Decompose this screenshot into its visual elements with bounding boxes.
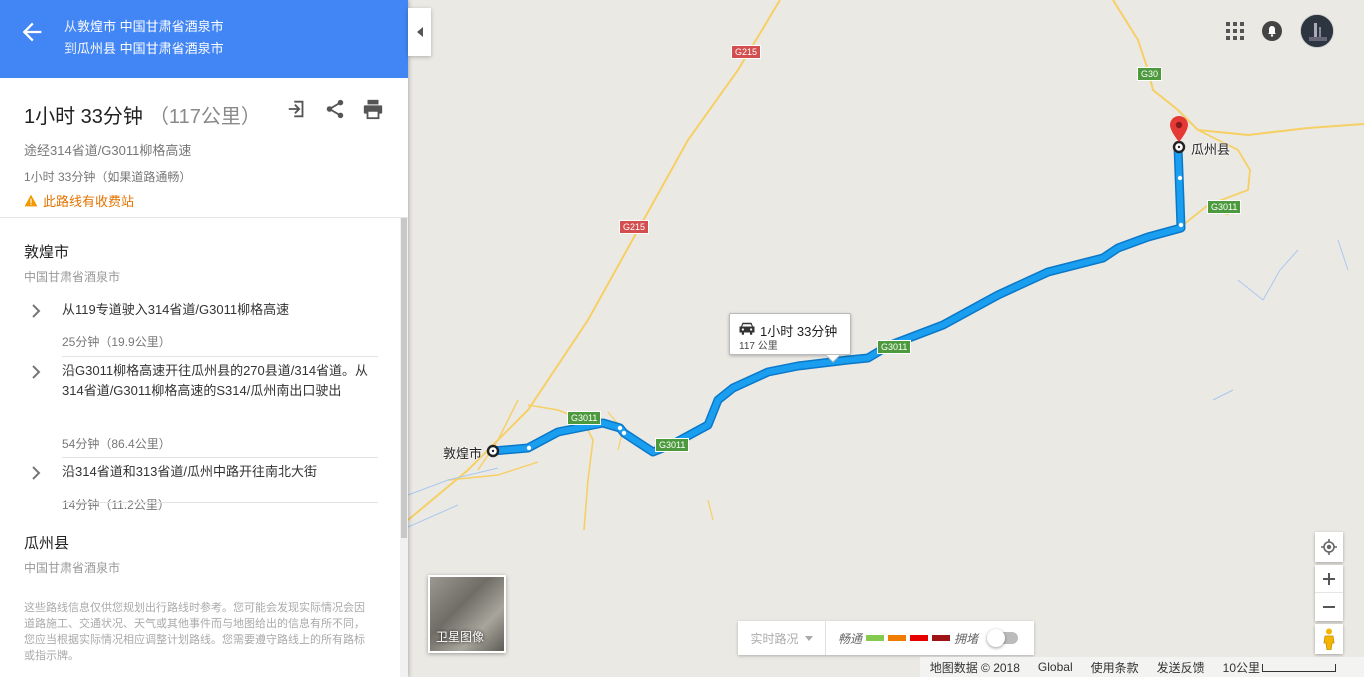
arrow-left-icon[interactable]	[18, 18, 46, 46]
route-summary: 1小时 33分钟 （117公里） 途经314省道/G3011柳格高速 1小时 33…	[0, 78, 408, 218]
collapse-panel-button[interactable]	[408, 8, 431, 56]
traffic-legend: 畅通 拥堵	[826, 630, 978, 647]
step-meta: 54分钟（86.4公里）	[62, 437, 171, 451]
traffic-swatch-orange	[888, 635, 907, 641]
traffic-swatch-darkred	[932, 635, 951, 641]
satellite-label: 卫星图像	[436, 630, 485, 644]
destination-place: 瓜州县 中国甘肃省酒泉市	[24, 532, 120, 576]
scale-label: 10公里	[1222, 660, 1260, 675]
chevron-right-icon[interactable]	[30, 466, 42, 480]
map-roads	[408, 0, 1364, 531]
to-name: 瓜州县	[77, 41, 117, 56]
expand-icon[interactable]	[286, 98, 308, 120]
to-prefix: 到	[64, 41, 78, 56]
directions-header: 从敦煌市 中国甘肃省酒泉市 到瓜州县 中国甘肃省酒泉市	[0, 0, 408, 78]
bubble-distance: 117 公里	[739, 341, 778, 352]
destination-line[interactable]: 到瓜州县 中国甘肃省酒泉市	[64, 41, 224, 57]
road-shield: G3011	[1207, 200, 1242, 214]
origin-name: 敦煌市	[24, 244, 70, 261]
origin-line[interactable]: 从敦煌市 中国甘肃省酒泉市	[64, 19, 224, 35]
traffic-note: 1小时 33分钟（如果道路通畅）	[24, 170, 192, 184]
scrollbar-thumb[interactable]	[401, 218, 407, 538]
step-text: 沿G3011柳格高速开往瓜州县的270县道/314省道。从314省道/G3011…	[62, 363, 369, 398]
step-divider	[62, 457, 378, 458]
caret-left-icon	[416, 27, 423, 37]
step-text: 沿314省道和313省道/瓜州中路开往南北大街	[62, 464, 317, 479]
road-shield: G215	[619, 220, 650, 234]
print-icon[interactable]	[362, 98, 384, 120]
bell-icon[interactable]	[1262, 21, 1282, 41]
traffic-toggle[interactable]	[987, 629, 1019, 647]
chevron-right-icon[interactable]	[30, 304, 42, 318]
my-location-button[interactable]	[1315, 532, 1343, 562]
directions-panel: 从敦煌市 中国甘肃省酒泉市 到瓜州县 中国甘肃省酒泉市 1小时 33分钟 （117…	[0, 0, 408, 677]
traffic-swatch-green	[866, 635, 885, 641]
from-prefix: 从	[64, 19, 78, 34]
region-link[interactable]: Global	[1038, 660, 1073, 674]
avatar[interactable]	[1300, 14, 1334, 48]
origin-region: 中国甘肃省酒泉市	[24, 270, 121, 284]
step-divider	[62, 502, 378, 503]
satellite-toggle[interactable]: 卫星图像	[428, 575, 506, 653]
my-location-icon	[1321, 539, 1337, 555]
route-info-bubble[interactable]: 1小时 33分钟 117 公里	[729, 313, 851, 363]
apps-grid-icon[interactable]	[1226, 22, 1244, 40]
plus-icon	[1323, 572, 1335, 585]
destination-name: 瓜州县	[24, 535, 70, 552]
terms-link[interactable]: 使用条款	[1091, 659, 1139, 676]
map-footer: 地图数据 © 2018 Global 使用条款 发送反馈 10公里	[919, 657, 1364, 677]
map-label-origin[interactable]: 敦煌市	[443, 443, 482, 462]
chevron-down-icon	[804, 635, 813, 641]
traffic-dropdown[interactable]: 实时路况	[738, 621, 826, 655]
account-controls	[1226, 14, 1334, 48]
map-canvas[interactable]: G215 G215 G30 G3011 G3011 G3011 G3011 敦煌…	[408, 0, 1364, 677]
road-shield: G30	[1137, 67, 1163, 81]
zoom-controls	[1315, 565, 1343, 621]
road-shield: G3011	[877, 340, 912, 354]
minus-icon	[1323, 606, 1335, 608]
to-region: 中国甘肃省酒泉市	[119, 41, 224, 56]
from-region: 中国甘肃省酒泉市	[119, 19, 224, 34]
route-via: 途经314省道/G3011柳格高速	[24, 143, 192, 158]
pegman-button[interactable]	[1315, 624, 1343, 654]
car-icon	[739, 322, 755, 335]
step-meta: 25分钟（19.9公里）	[62, 335, 171, 349]
zoom-out-button[interactable]	[1315, 593, 1343, 621]
zoom-in-button[interactable]	[1315, 565, 1343, 593]
feedback-link[interactable]: 发送反馈	[1157, 659, 1205, 676]
road-shield: G3011	[655, 438, 690, 452]
toll-warning-text: 此路线有收费站	[43, 194, 135, 209]
bubble-pointer	[826, 355, 840, 363]
scale-control[interactable]: 10公里	[1223, 659, 1336, 676]
step-divider	[62, 356, 378, 357]
traffic-smooth-label: 畅通	[838, 631, 863, 646]
map-data-credit: 地图数据 © 2018	[929, 660, 1020, 675]
origin-place: 敦煌市 中国甘肃省酒泉市	[24, 241, 120, 285]
traffic-congested-label: 拥堵	[954, 631, 979, 646]
disclaimer: 这些路线信息仅供您规划出行路线时参考。您可能会发现实际情况会因道路施工、交通状况…	[24, 602, 365, 662]
chevron-right-icon[interactable]	[30, 365, 42, 379]
traffic-layer-control: 实时路况 畅通 拥堵	[738, 621, 1034, 655]
road-shield: G3011	[567, 411, 602, 425]
avatar-image	[1301, 15, 1333, 47]
step-meta: 14分钟（11.2公里）	[62, 498, 170, 512]
summary-actions	[286, 98, 384, 120]
map-label-destination[interactable]: 瓜州县	[1191, 139, 1230, 158]
traffic-swatch-red	[910, 635, 929, 641]
toll-warning: 此路线有收费站	[24, 191, 384, 210]
share-icon[interactable]	[324, 98, 346, 120]
destination-region: 中国甘肃省酒泉市	[24, 561, 121, 575]
directions-steps: 敦煌市 中国甘肃省酒泉市 从119专道驶入314省道/G3011柳格高速 25分…	[0, 218, 408, 677]
destination-pin-icon[interactable]	[1170, 116, 1188, 142]
scale-bar	[1262, 664, 1336, 673]
route-duration: 1小时 33分钟	[24, 106, 143, 128]
road-shield: G215	[731, 45, 762, 59]
route-distance: （117公里）	[148, 106, 261, 128]
warning-icon	[24, 194, 38, 207]
step-text: 从119专道驶入314省道/G3011柳格高速	[62, 302, 290, 317]
traffic-dropdown-label: 实时路况	[750, 631, 799, 646]
from-name: 敦煌市	[77, 19, 117, 34]
pegman-icon	[1323, 628, 1335, 650]
